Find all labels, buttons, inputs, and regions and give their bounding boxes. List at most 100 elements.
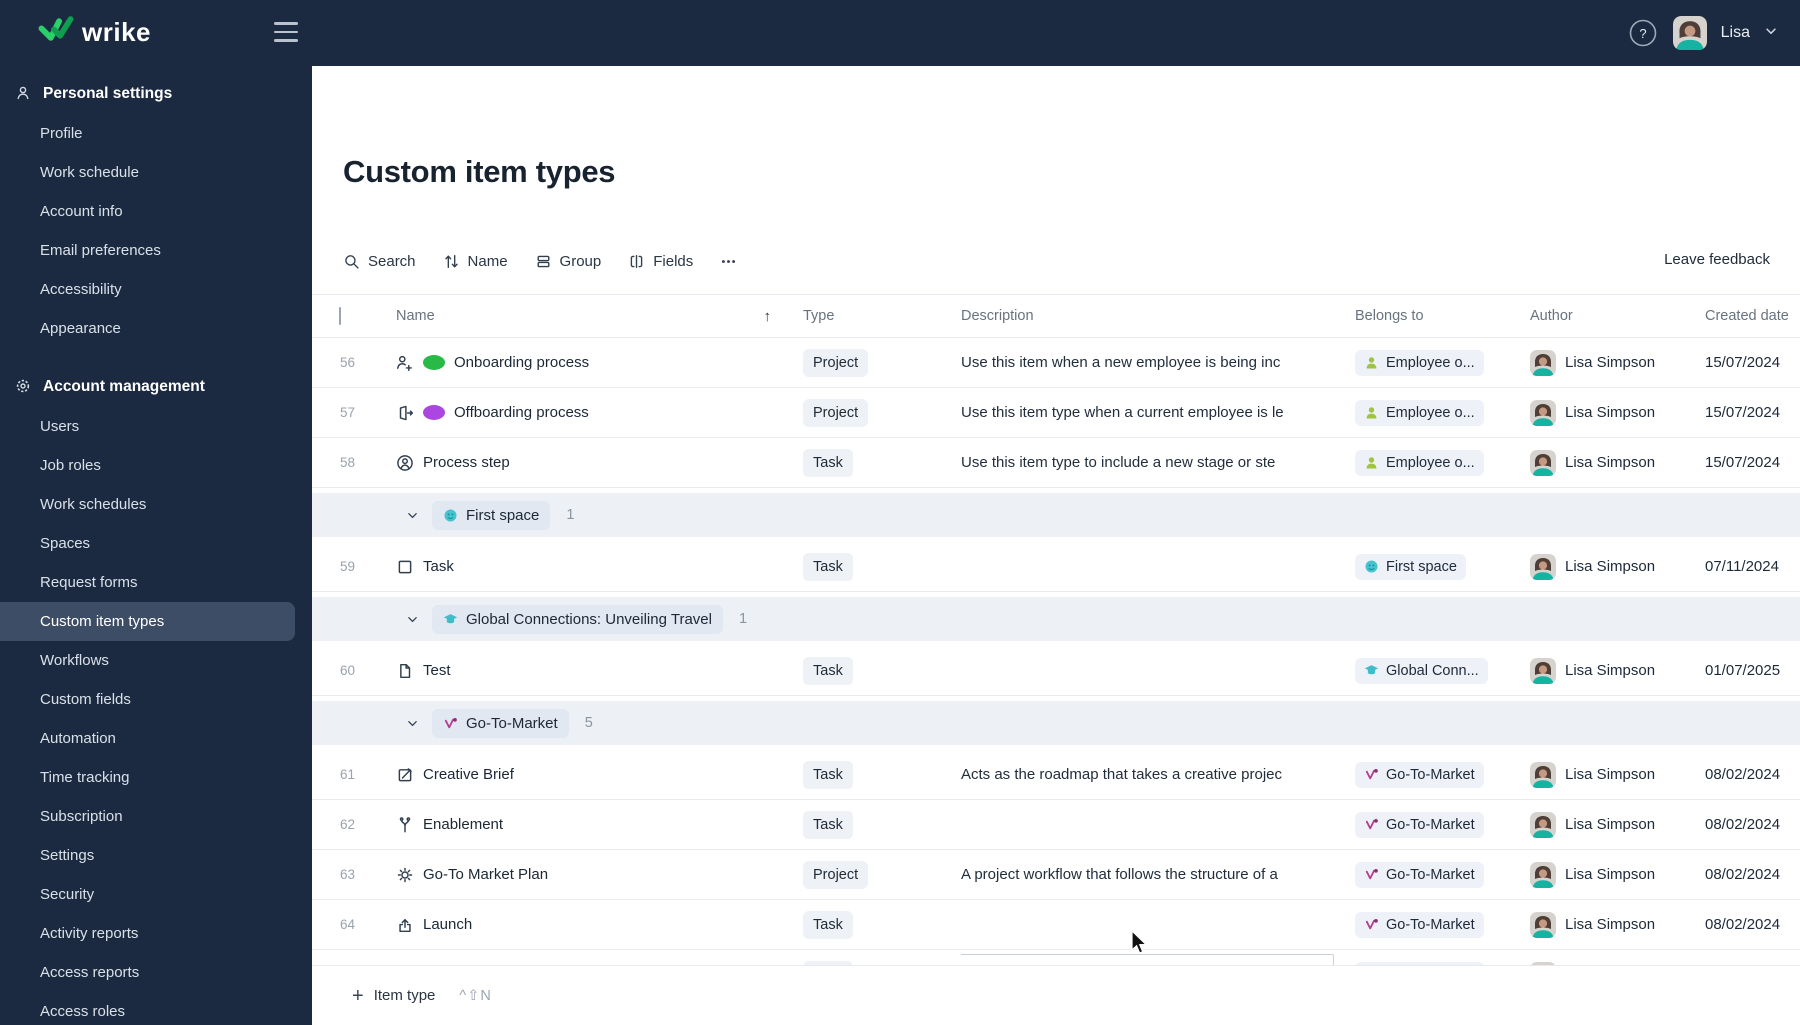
group-button[interactable]: Group bbox=[535, 253, 601, 270]
item-name: Onboarding process bbox=[454, 354, 590, 371]
table-row-offboarding-process[interactable]: 57 Offboarding process Project Use this … bbox=[312, 388, 1800, 438]
sidebar-item-email-preferences[interactable]: Email preferences bbox=[0, 231, 312, 270]
item-name-cell[interactable]: Task bbox=[396, 558, 803, 576]
sort-asc-icon[interactable]: ↑ bbox=[764, 308, 772, 325]
chevron-down-icon[interactable] bbox=[1764, 24, 1778, 43]
gtm-space-icon bbox=[1364, 817, 1379, 832]
group-header-first-space[interactable]: First space 1 bbox=[312, 493, 1800, 537]
sidebar-item-access-roles[interactable]: Access roles bbox=[0, 992, 312, 1025]
group-count: 5 bbox=[584, 715, 593, 731]
search-button[interactable]: Search bbox=[343, 253, 416, 270]
item-name-cell[interactable]: Creative Brief bbox=[396, 766, 803, 784]
user-avatar[interactable] bbox=[1672, 16, 1707, 50]
item-name-cell[interactable]: Launch bbox=[396, 916, 803, 934]
belongs-to-pill[interactable]: Global Conn... bbox=[1355, 657, 1488, 684]
item-name-cell[interactable]: Enablement bbox=[396, 816, 803, 834]
belongs-to-pill[interactable]: Employee o... bbox=[1355, 399, 1484, 426]
belongs-to-pill[interactable]: First space bbox=[1355, 553, 1466, 580]
item-name-cell[interactable]: Go-To Market Plan bbox=[396, 866, 803, 884]
more-button[interactable] bbox=[720, 253, 737, 270]
hamburger-menu-icon[interactable] bbox=[274, 22, 298, 42]
select-all-checkbox[interactable] bbox=[339, 307, 341, 325]
belongs-to-pill[interactable]: Go-To-Market bbox=[1355, 761, 1484, 788]
table-row-enablement[interactable]: 62 Enablement Task Go-To-Market Lisa Sim… bbox=[312, 800, 1800, 850]
sidebar-item-request-forms[interactable]: Request forms bbox=[0, 563, 312, 602]
belongs-to-label: First space bbox=[1386, 558, 1457, 575]
column-header-author[interactable]: Author bbox=[1530, 308, 1705, 324]
sidebar-item-job-roles[interactable]: Job roles bbox=[0, 446, 312, 485]
item-name-cell[interactable]: Onboarding process bbox=[396, 354, 803, 372]
column-header-type[interactable]: Type bbox=[803, 308, 961, 324]
chevron-down-icon[interactable] bbox=[406, 717, 419, 730]
type-badge: Project bbox=[803, 348, 869, 377]
sort-button[interactable]: Name bbox=[443, 253, 508, 270]
sidebar-item-time-tracking[interactable]: Time tracking bbox=[0, 758, 312, 797]
item-name: Test bbox=[423, 662, 451, 679]
table-footer: + Item type ^⇧N bbox=[312, 965, 1800, 1025]
sidebar-item-appearance[interactable]: Appearance bbox=[0, 309, 312, 348]
sidebar-item-subscription[interactable]: Subscription bbox=[0, 797, 312, 836]
sidebar-item-users[interactable]: Users bbox=[0, 407, 312, 446]
sidebar-item-profile[interactable]: Profile bbox=[0, 114, 312, 153]
sidebar-item-settings[interactable]: Settings bbox=[0, 836, 312, 875]
column-header-belongs-to[interactable]: Belongs to bbox=[1355, 308, 1530, 324]
table-row-onboarding-process[interactable]: 56 Onboarding process Project Use this i… bbox=[312, 338, 1800, 388]
group-header-global-connections-unveiling-travel[interactable]: Global Connections: Unveiling Travel 1 bbox=[312, 597, 1800, 641]
item-description-cell[interactable]: A project workflow that follows the stru… bbox=[961, 866, 1355, 883]
global-space-icon bbox=[443, 612, 458, 627]
belongs-to-pill[interactable]: Go-To-Market bbox=[1355, 861, 1484, 888]
chevron-down-icon[interactable] bbox=[406, 509, 419, 522]
add-item-type-button[interactable]: + Item type ^⇧N bbox=[352, 986, 492, 1006]
table-row-launch[interactable]: 64 Launch Task Go-To-Market Lisa Simpson… bbox=[312, 900, 1800, 950]
table-row-process-step[interactable]: 58 Process step Task Use this item type … bbox=[312, 438, 1800, 488]
sidebar-item-security[interactable]: Security bbox=[0, 875, 312, 914]
belongs-to-pill[interactable]: Employee o... bbox=[1355, 449, 1484, 476]
item-created-cell: 08/02/2024 bbox=[1705, 816, 1781, 833]
table-row-task[interactable]: 59 Task Task First space Lisa Simpson 07… bbox=[312, 542, 1800, 592]
table-row-go-to-market-plan[interactable]: 63 Go-To Market Plan Project A project w… bbox=[312, 850, 1800, 900]
sidebar-item-custom-item-types[interactable]: Custom item types bbox=[0, 602, 295, 641]
space-pill[interactable]: First space bbox=[432, 500, 551, 530]
sidebar-item-activity-reports[interactable]: Activity reports bbox=[0, 914, 312, 953]
item-description-cell[interactable]: Use this item type to include a new stag… bbox=[961, 454, 1355, 471]
sidebar-item-workflows[interactable]: Workflows bbox=[0, 641, 312, 680]
item-description-cell[interactable]: Acts as the roadmap that takes a creativ… bbox=[961, 766, 1355, 783]
sidebar-item-accessibility[interactable]: Accessibility bbox=[0, 270, 312, 309]
sidebar-item-access-reports[interactable]: Access reports bbox=[0, 953, 312, 992]
item-description-cell[interactable]: Use this item type when a current employ… bbox=[961, 404, 1355, 421]
belongs-to-pill[interactable]: Go-To-Market bbox=[1355, 811, 1484, 838]
row-number: 59 bbox=[340, 559, 356, 574]
sidebar-item-work-schedules[interactable]: Work schedules bbox=[0, 485, 312, 524]
item-type-cell: Task bbox=[803, 760, 961, 789]
mouse-cursor bbox=[1131, 930, 1148, 954]
wrike-logo[interactable]: wrike bbox=[38, 16, 151, 48]
chevron-down-icon[interactable] bbox=[406, 613, 419, 626]
author-avatar bbox=[1530, 861, 1556, 888]
column-header-created-date[interactable]: Created date bbox=[1705, 308, 1800, 324]
main-content: Custom item types Search Name Group Fields … bbox=[312, 66, 1800, 1025]
leave-feedback-link[interactable]: Leave feedback bbox=[1664, 251, 1770, 268]
sidebar-item-account-info[interactable]: Account info bbox=[0, 192, 312, 231]
user-name[interactable]: Lisa bbox=[1721, 24, 1750, 42]
item-name-cell[interactable]: Test bbox=[396, 662, 803, 680]
space-pill[interactable]: Go-To-Market bbox=[432, 708, 569, 738]
table-row-test[interactable]: 60 Test Task Global Conn... Lisa Simpson… bbox=[312, 646, 1800, 696]
sidebar-item-custom-fields[interactable]: Custom fields bbox=[0, 680, 312, 719]
belongs-to-pill[interactable]: Employee o... bbox=[1355, 349, 1484, 376]
item-name-cell[interactable]: Offboarding process bbox=[396, 404, 803, 422]
sidebar-item-spaces[interactable]: Spaces bbox=[0, 524, 312, 563]
space-pill[interactable]: Global Connections: Unveiling Travel bbox=[432, 604, 723, 634]
item-belongs-cell: Go-To-Market bbox=[1355, 761, 1530, 788]
item-name-cell[interactable]: Process step bbox=[396, 454, 803, 472]
table-row-creative-brief[interactable]: 61 Creative Brief Task Acts as the roadm… bbox=[312, 750, 1800, 800]
author-avatar bbox=[1530, 553, 1556, 580]
belongs-to-pill[interactable]: Go-To-Market bbox=[1355, 911, 1484, 938]
item-description-cell[interactable]: Use this item when a new employee is bei… bbox=[961, 354, 1355, 371]
column-header-description[interactable]: Description bbox=[961, 308, 1355, 324]
column-header-name[interactable]: Name ↑ bbox=[396, 308, 803, 325]
sidebar-item-work-schedule[interactable]: Work schedule bbox=[0, 153, 312, 192]
group-header-go-to-market[interactable]: Go-To-Market 5 bbox=[312, 701, 1800, 745]
sidebar-item-automation[interactable]: Automation bbox=[0, 719, 312, 758]
fields-button[interactable]: Fields bbox=[628, 253, 693, 270]
help-icon[interactable]: ? bbox=[1627, 17, 1659, 49]
